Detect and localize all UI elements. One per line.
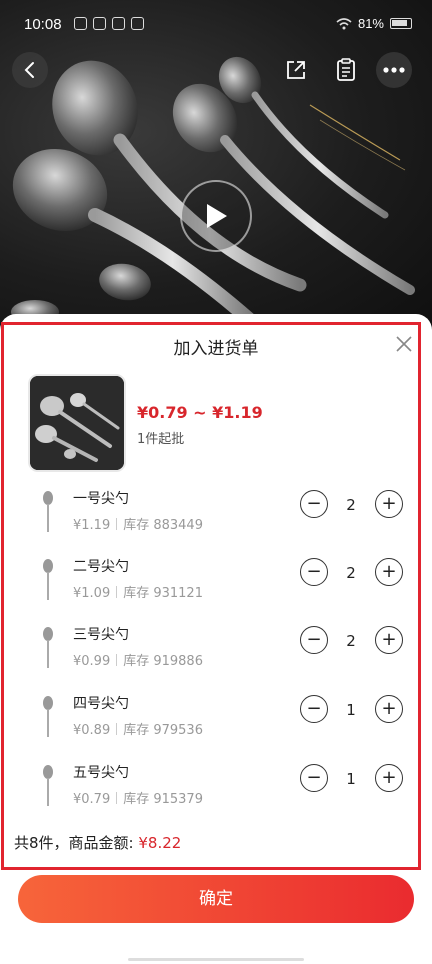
quantity-value: 2 [346,496,356,514]
increase-quantity-button[interactable]: + [375,695,403,723]
sku-meta: ¥0.99 库存 919886 [73,650,203,669]
sku-name: 一号尖勺 [73,491,129,507]
notification-icon [93,17,106,30]
increase-quantity-button[interactable]: + [375,764,403,792]
back-button[interactable] [12,52,48,88]
quantity-value: 2 [346,564,356,582]
sku-price: ¥1.09 [73,586,111,601]
confirm-button[interactable]: 确定 [18,875,414,923]
battery-percent: 81% [357,16,384,31]
sku-stock: 库存 931121 [123,586,203,601]
divider [116,792,118,804]
min-order: 1件起批 [137,432,185,447]
share-button[interactable] [278,52,314,88]
notification-icons [74,17,144,30]
sku-row: 三号尖勺 ¥0.99 库存 919886 − 2 + [14,622,416,688]
share-icon [287,61,305,79]
decrease-quantity-button[interactable]: − [300,626,328,654]
total-amount: ¥8.22 [138,834,182,852]
spoon-thumbnail-icon [43,559,53,600]
spoon-thumbnail-icon [43,627,53,668]
increase-quantity-button[interactable]: + [375,626,403,654]
status-right: 81% [336,16,412,31]
product-thumbnail [28,374,126,472]
close-icon[interactable] [394,334,414,354]
spoon-product-image [11,56,415,327]
sheet-title: 加入进货单 [173,339,259,359]
product-video-area[interactable]: 10:08 81% [0,0,432,330]
increase-quantity-button[interactable]: + [375,490,403,518]
spoon-thumbnail-icon [43,765,53,806]
sku-price: ¥0.89 [73,723,111,738]
quantity-value: 1 [346,770,356,788]
notification-icon [112,17,125,30]
sku-row: 二号尖勺 ¥1.09 库存 931121 − 2 + [14,554,416,620]
product-image [30,376,124,470]
increase-quantity-button[interactable]: + [375,558,403,586]
total-label: 共8件，商品金额: [14,834,139,852]
notification-icon [131,17,144,30]
sku-price: ¥0.79 [73,792,111,807]
sku-stock: 库存 915379 [123,792,203,807]
sku-meta: ¥1.19 库存 883449 [73,514,203,533]
sku-price: ¥0.99 [73,654,111,669]
quantity-value: 2 [346,632,356,650]
play-video-button[interactable] [180,180,252,252]
sku-row: 四号尖勺 ¥0.89 库存 979536 − 1 + [14,691,416,757]
decrease-quantity-button[interactable]: − [300,764,328,792]
sku-row: 一号尖勺 ¥1.19 库存 883449 − 2 + [14,486,416,552]
spoon-thumbnail-icon [43,696,53,737]
battery-icon [390,18,412,29]
sku-name: 五号尖勺 [73,765,129,781]
sku-stock: 库存 979536 [123,723,203,738]
notification-icon [74,17,87,30]
divider [116,518,118,530]
more-button[interactable] [376,52,412,88]
decrease-quantity-button[interactable]: − [300,558,328,586]
price-range: ¥0.79 ~ ¥1.19 [137,403,263,422]
spoon-thumbnail-icon [43,491,53,532]
sku-name: 四号尖勺 [73,696,129,712]
sku-meta: ¥0.79 库存 915379 [73,788,203,807]
divider [116,586,118,598]
decrease-quantity-button[interactable]: − [300,695,328,723]
more-dots-icon [383,67,405,73]
divider [116,723,118,735]
wifi-icon [336,17,352,29]
sku-stock: 库存 919886 [123,654,203,669]
sku-stock: 库存 883449 [123,518,203,533]
clipboard-icon [337,58,355,81]
order-total: 共8件，商品金额: ¥8.22 [14,832,181,853]
play-icon [207,204,227,228]
sku-price: ¥1.19 [73,518,111,533]
sku-meta: ¥1.09 库存 931121 [73,582,203,601]
decrease-quantity-button[interactable]: − [300,490,328,518]
home-indicator [128,958,304,961]
sku-name: 二号尖勺 [73,559,129,575]
order-list-button[interactable] [328,52,364,88]
status-bar: 10:08 81% [0,0,432,48]
status-time: 10:08 [24,16,62,33]
sku-meta: ¥0.89 库存 979536 [73,719,203,738]
sku-name: 三号尖勺 [73,627,129,643]
divider [116,654,118,666]
quantity-value: 1 [346,701,356,719]
chevron-left-icon [24,62,34,78]
